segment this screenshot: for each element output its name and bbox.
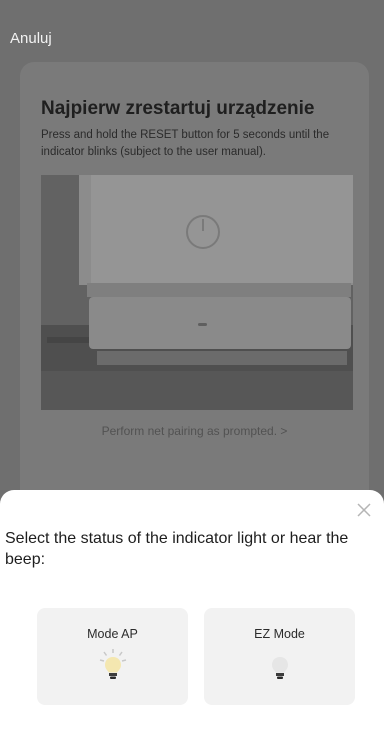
indicator-status-sheet: Select the status of the indicator light… xyxy=(0,490,384,750)
close-icon xyxy=(357,503,371,517)
device-illustration xyxy=(41,175,353,410)
pairing-prompt-link[interactable]: Perform net pairing as prompted. > xyxy=(20,424,369,438)
close-button[interactable] xyxy=(356,502,372,518)
reset-instructions-card: Najpierw zrestartuj urządzenie Press and… xyxy=(20,62,369,532)
card-description: Press and hold the RESET button for 5 se… xyxy=(41,129,330,158)
bulb-icon xyxy=(271,657,288,679)
card-title: Najpierw zrestartuj urządzenie xyxy=(41,98,315,119)
mode-ap-option[interactable]: Mode AP xyxy=(37,608,188,705)
top-bar: Anuluj xyxy=(0,0,384,70)
device-image xyxy=(41,175,353,410)
indicator-prompt: Select the status of the indicator light… xyxy=(5,530,349,568)
blinking-bulb-icon xyxy=(99,649,126,679)
mode-label: Mode AP xyxy=(87,627,138,641)
ez-mode-option[interactable]: EZ Mode xyxy=(204,608,355,705)
mode-label: EZ Mode xyxy=(254,627,305,641)
cancel-button[interactable]: Anuluj xyxy=(10,30,52,47)
